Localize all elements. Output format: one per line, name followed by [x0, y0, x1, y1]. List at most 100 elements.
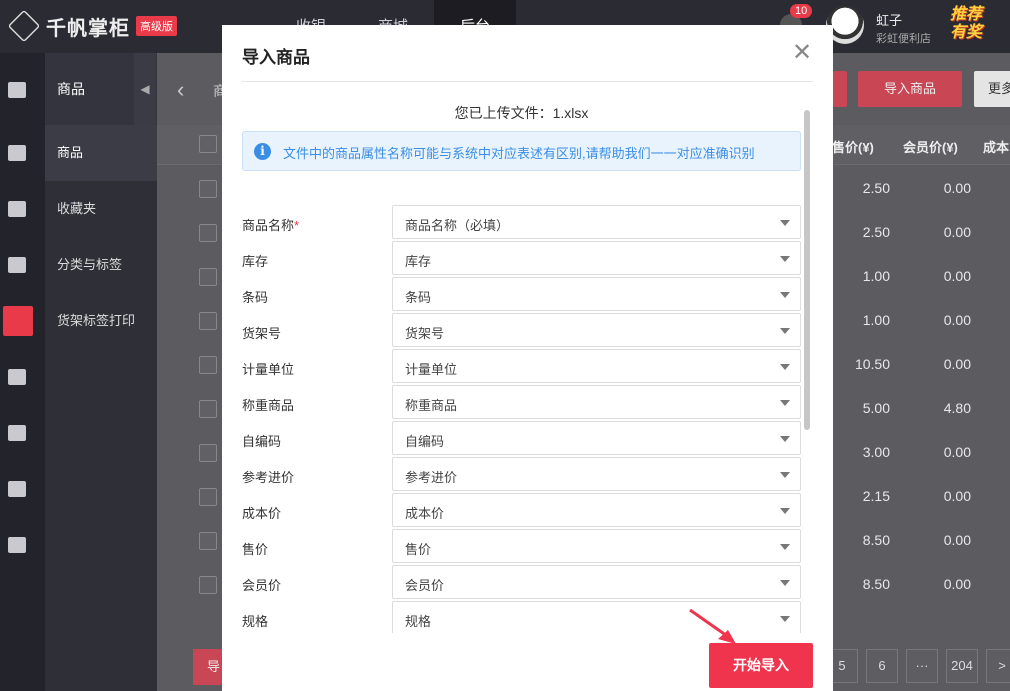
- field-label: 参考进价: [242, 467, 294, 486]
- info-notice: i 文件中的商品属性名称可能与系统中对应表述有区别,请帮助我们一一对应准确识别: [242, 131, 801, 171]
- icon-sidebar: [0, 53, 45, 691]
- home-icon[interactable]: [8, 82, 26, 98]
- chart-icon[interactable]: [8, 481, 26, 497]
- selected-value: 规格: [405, 614, 432, 629]
- field-mapping-select[interactable]: 会员价: [392, 565, 801, 599]
- cell-price: 5.00: [862, 400, 890, 416]
- field-label: 商品名称*: [242, 215, 299, 234]
- field-mapping-select[interactable]: 成本价: [392, 493, 801, 527]
- row-checkbox[interactable]: [199, 224, 217, 242]
- field-mapping-select[interactable]: 货架号: [392, 313, 801, 347]
- field-label-text: 计量单位: [242, 362, 295, 377]
- field-mapping-select[interactable]: 称重商品: [392, 385, 801, 419]
- field-row: 称重商品 称重商品: [242, 385, 801, 421]
- promo-line-1: 推荐: [950, 6, 983, 23]
- ticket-icon[interactable]: [8, 425, 26, 441]
- tag-icon[interactable]: [3, 306, 33, 336]
- row-checkbox[interactable]: [199, 576, 217, 594]
- field-label-text: 商品名称: [242, 218, 295, 233]
- field-label: 售价: [242, 539, 268, 558]
- pointer-arrow-icon: [689, 608, 736, 644]
- logo-text: 千帆掌柜: [46, 17, 130, 40]
- field-mapping-select[interactable]: 商品名称（必填）: [392, 205, 801, 239]
- field-label-text: 条码: [242, 290, 269, 305]
- field-label: 称重商品: [242, 395, 294, 414]
- field-row: 会员价 会员价: [242, 565, 801, 601]
- field-mapping-select[interactable]: 库存: [392, 241, 801, 275]
- row-checkbox[interactable]: [199, 488, 217, 506]
- caret-down-icon: [780, 508, 790, 514]
- cell-member-price: 0.00: [943, 356, 971, 372]
- page-ellipsis[interactable]: ···: [906, 649, 938, 683]
- field-mapping-select[interactable]: 自编码: [392, 421, 801, 455]
- row-checkbox[interactable]: [199, 356, 217, 374]
- close-icon[interactable]: ✕: [792, 41, 812, 65]
- crown-icon[interactable]: [8, 369, 26, 385]
- sidebar-item-categories[interactable]: 分类与标签: [45, 237, 157, 293]
- apps-icon[interactable]: [8, 257, 26, 273]
- page-6[interactable]: 6: [866, 649, 898, 683]
- field-mapping-select[interactable]: 参考进价: [392, 457, 801, 491]
- row-checkbox[interactable]: [199, 444, 217, 462]
- th-price[interactable]: 售价(¥): [832, 137, 874, 156]
- row-checkbox[interactable]: [199, 180, 217, 198]
- store-icon[interactable]: [8, 537, 26, 553]
- field-label: 库存: [242, 251, 268, 270]
- modal-title: 导入商品: [242, 48, 310, 67]
- goods-bag-icon[interactable]: [8, 145, 26, 161]
- field-label: 规格: [242, 611, 268, 630]
- notification-badge: 10: [790, 4, 813, 18]
- field-mapping-select[interactable]: 售价: [392, 529, 801, 563]
- field-row: 自编码 自编码: [242, 421, 801, 457]
- field-row: 商品名称* 商品名称（必填）: [242, 205, 801, 241]
- field-mapping-select[interactable]: 条码: [392, 277, 801, 311]
- more-button[interactable]: 更多: [974, 71, 1010, 107]
- row-checkbox[interactable]: [199, 400, 217, 418]
- store-name: 彩虹便利店: [876, 33, 931, 45]
- caret-down-icon: [780, 220, 790, 226]
- start-import-button[interactable]: 开始导入: [709, 643, 813, 688]
- selected-value: 称重商品: [405, 398, 458, 413]
- cart-icon[interactable]: [8, 201, 26, 217]
- field-row: 计量单位 计量单位: [242, 349, 801, 385]
- selected-value: 库存: [405, 254, 432, 269]
- field-row: 条码 条码: [242, 277, 801, 313]
- collapse-sidebar-icon[interactable]: ◀: [134, 53, 156, 125]
- caret-down-icon: [780, 400, 790, 406]
- row-checkbox[interactable]: [199, 268, 217, 286]
- next-page-icon[interactable]: >: [986, 649, 1010, 683]
- selected-value: 成本价: [405, 506, 445, 521]
- import-goods-button[interactable]: 导入商品: [858, 71, 962, 107]
- scrollbar[interactable]: [804, 110, 810, 430]
- selected-value: 参考进价: [405, 470, 458, 485]
- row-checkbox[interactable]: [199, 532, 217, 550]
- cell-member-price: 0.00: [943, 224, 971, 240]
- sidebar-item-favorites[interactable]: 收藏夹: [45, 181, 157, 237]
- user-name[interactable]: 虹子: [876, 10, 902, 29]
- import-goods-modal: 导入商品 ✕ 您已上传文件：1.xlsx i 文件中的商品属性名称可能与系统中对…: [222, 25, 833, 691]
- promo-line-2: 有奖: [950, 24, 983, 41]
- cell-member-price: 0.00: [943, 532, 971, 548]
- cell-member-price: 0.00: [943, 444, 971, 460]
- field-label: 会员价: [242, 575, 281, 594]
- caret-down-icon: [780, 292, 790, 298]
- selected-value: 计量单位: [405, 362, 458, 377]
- sidebar-item-goods[interactable]: 商品: [45, 125, 157, 181]
- field-mapping-select[interactable]: 计量单位: [392, 349, 801, 383]
- caret-down-icon: [780, 328, 790, 334]
- page-204[interactable]: 204: [946, 649, 978, 683]
- row-checkbox[interactable]: [199, 312, 217, 330]
- required-marker: *: [294, 218, 300, 233]
- back-icon[interactable]: ‹: [177, 77, 184, 103]
- cell-price: 8.50: [862, 576, 890, 592]
- toolbar-button[interactable]: [831, 71, 847, 107]
- th-member-price[interactable]: 会员价(¥): [903, 137, 958, 156]
- field-label-text: 会员价: [242, 578, 282, 593]
- caret-down-icon: [780, 436, 790, 442]
- promo-banner[interactable]: 推荐 有奖: [950, 6, 982, 42]
- th-cost[interactable]: 成本: [983, 137, 1009, 156]
- select-all-checkbox[interactable]: [199, 135, 217, 153]
- sidebar-item-shelf-label-print[interactable]: 货架标签打印: [45, 293, 157, 349]
- cell-price: 8.50: [862, 532, 890, 548]
- cell-member-price: 0.00: [943, 312, 971, 328]
